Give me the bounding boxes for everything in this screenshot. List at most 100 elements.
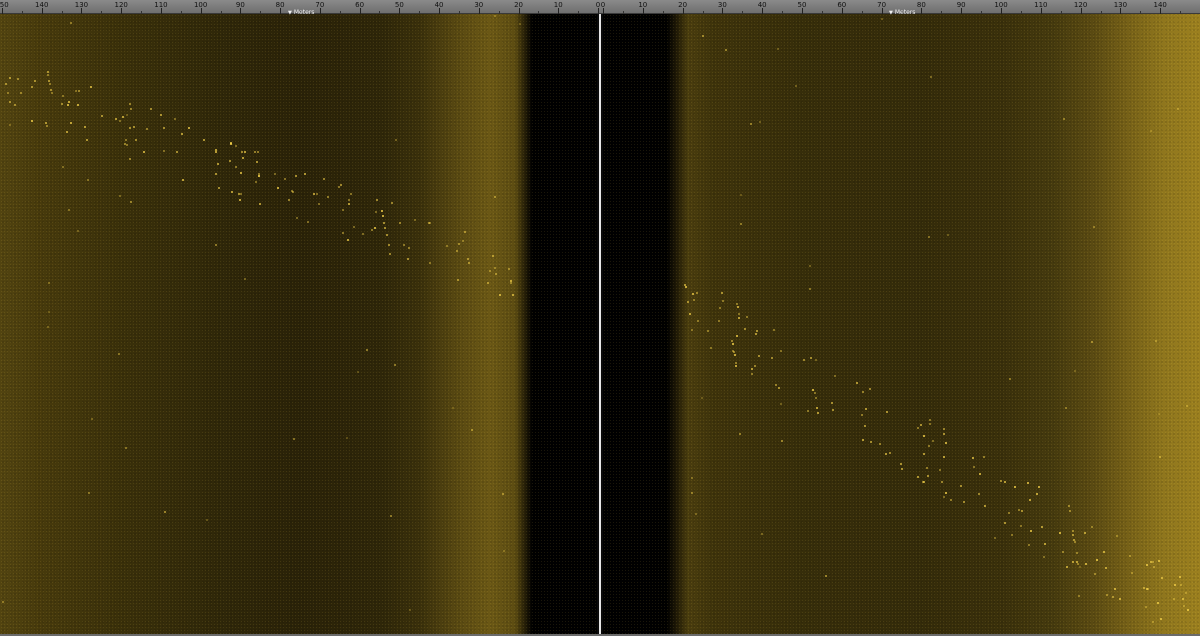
sonar-return xyxy=(1143,587,1145,589)
sonar-return xyxy=(215,173,217,175)
sonar-return xyxy=(1028,544,1030,546)
ruler-minor-tick xyxy=(702,11,704,14)
ruler-tick xyxy=(41,8,43,14)
port-sonar-pane[interactable] xyxy=(0,14,597,636)
sonar-return xyxy=(1072,530,1074,532)
sonar-return xyxy=(1004,522,1006,524)
sonar-return xyxy=(1091,526,1093,528)
sonar-return xyxy=(1011,534,1013,536)
sonar-return xyxy=(735,362,737,364)
sonar-return xyxy=(1145,606,1147,608)
sonar-return xyxy=(49,83,51,85)
sonar-return xyxy=(886,411,888,413)
sonar-return xyxy=(809,288,811,290)
sonar-return xyxy=(761,533,763,535)
sonar-return xyxy=(917,476,919,478)
sonar-return xyxy=(188,127,190,129)
range-ruler[interactable]: ▼Meters ▼Meters 150140130120110100908070… xyxy=(0,0,1200,17)
sonar-return xyxy=(736,303,738,305)
ruler-minor-tick xyxy=(941,11,943,14)
sonar-return xyxy=(386,234,388,236)
sonar-return xyxy=(831,402,833,404)
sonar-return xyxy=(685,286,687,288)
sonar-return xyxy=(218,187,220,189)
sonar-return xyxy=(920,424,922,426)
units-label[interactable]: ▼ Meters xyxy=(288,10,314,17)
sonar-return xyxy=(1096,559,1098,561)
sonar-return xyxy=(20,92,22,94)
sonar-return xyxy=(146,128,148,130)
sonar-return xyxy=(736,335,738,337)
sonar-return xyxy=(930,76,932,78)
ruler-tick xyxy=(762,8,764,14)
sonar-return xyxy=(1105,567,1107,569)
ruler-minor-tick xyxy=(981,11,983,14)
channel-divider[interactable] xyxy=(597,0,603,636)
sonar-return xyxy=(471,429,473,431)
sonar-return xyxy=(1158,560,1160,562)
sonar-return xyxy=(129,158,131,160)
sonar-return xyxy=(1021,510,1023,512)
ruler-tick xyxy=(121,8,123,14)
sonar-return xyxy=(983,456,985,458)
sonar-noise xyxy=(0,14,597,636)
sonar-return xyxy=(47,74,49,76)
sonar-return xyxy=(304,173,306,175)
sonar-return xyxy=(68,101,70,103)
ruler-tick xyxy=(518,8,520,14)
sonar-return xyxy=(2,601,4,603)
sonar-return xyxy=(118,353,120,355)
sonar-return xyxy=(244,278,246,280)
sonar-return xyxy=(257,151,259,153)
sonar-return xyxy=(960,485,962,487)
ruler-tick xyxy=(642,8,644,14)
sonar-return xyxy=(689,313,691,315)
ruler-minor-tick xyxy=(538,11,540,14)
ruler-tick xyxy=(359,8,361,14)
sonar-return xyxy=(160,114,162,116)
sonar-return xyxy=(90,86,92,88)
sonar-return xyxy=(323,178,325,180)
sonar-return xyxy=(795,85,797,87)
ruler-tick xyxy=(722,8,724,14)
ruler-minor-tick xyxy=(379,11,381,14)
sonar-return xyxy=(719,307,721,309)
ruler-minor-tick xyxy=(782,11,784,14)
sonar-return xyxy=(738,313,740,315)
sonar-return xyxy=(519,23,521,25)
sonar-return xyxy=(5,83,7,85)
sonar-return xyxy=(502,493,504,495)
sonar-return xyxy=(48,80,50,82)
sonar-return xyxy=(47,326,49,328)
sonar-return xyxy=(295,175,297,177)
ruler-minor-tick xyxy=(339,11,341,14)
sonar-return xyxy=(366,349,368,351)
sonar-return xyxy=(751,373,753,375)
sonar-return xyxy=(1004,481,1006,483)
units-label[interactable]: ▼ Meters xyxy=(889,10,915,17)
sonar-return xyxy=(1094,573,1096,575)
sonar-return xyxy=(1093,226,1095,228)
sonar-return xyxy=(181,133,183,135)
sonar-return xyxy=(259,203,261,205)
sonar-return xyxy=(696,292,698,294)
sonar-return xyxy=(492,255,494,257)
sonar-return xyxy=(1114,588,1116,590)
starboard-sonar-pane[interactable] xyxy=(603,14,1200,636)
sonar-return xyxy=(1106,594,1108,596)
sonar-return xyxy=(950,499,952,501)
sonar-return xyxy=(77,104,79,106)
sonar-return xyxy=(1076,552,1078,554)
sonar-return xyxy=(14,104,16,106)
sonar-return xyxy=(174,118,176,120)
ruler-tick xyxy=(399,8,401,14)
sonar-return xyxy=(1043,556,1045,558)
sonar-return xyxy=(130,201,132,203)
sonar-return xyxy=(695,513,697,515)
sonar-return xyxy=(754,365,756,367)
sonar-return xyxy=(814,392,816,394)
sonar-return xyxy=(242,157,244,159)
sonar-return xyxy=(1029,499,1031,501)
sonar-return xyxy=(809,265,811,267)
sonar-return xyxy=(1062,551,1064,553)
